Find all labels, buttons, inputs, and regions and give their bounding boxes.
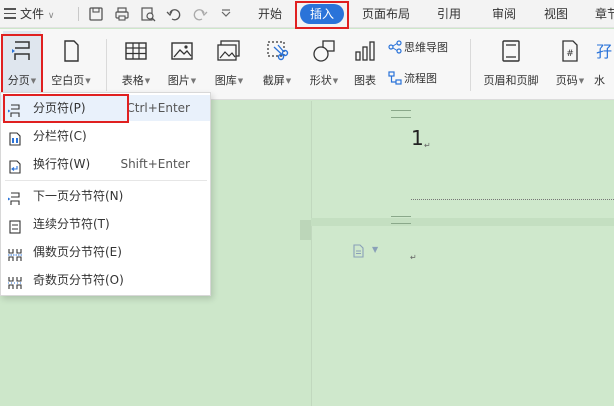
table-button[interactable]: 表格▼: [114, 29, 158, 100]
print-icon[interactable]: [114, 6, 130, 22]
flowchart-button[interactable]: 流程图: [388, 69, 437, 89]
menu-item-continuous-section-break[interactable]: 连续分节符(T): [1, 211, 210, 237]
page-separator: [311, 218, 614, 226]
header-footer-label: 页眉和页脚: [483, 74, 539, 87]
watermark-label: 水: [594, 74, 605, 87]
menu-item-label: 分栏符(C): [33, 129, 87, 143]
menu-divider: [5, 180, 207, 181]
undo-icon[interactable]: [166, 6, 182, 22]
chart-label: 图表: [354, 74, 376, 87]
shape-label: 形状: [309, 74, 332, 87]
save-icon[interactable]: [88, 6, 104, 22]
paragraph-mark: ↵: [424, 141, 431, 150]
picture-button[interactable]: 图片▼: [160, 29, 204, 100]
flowchart-icon: [388, 71, 402, 85]
watermark-icon: 孖: [594, 39, 614, 63]
screenshot-button[interactable]: 截屏▼: [254, 29, 300, 100]
tab-references[interactable]: 引用: [437, 0, 461, 28]
blank-page-label: 空白页: [51, 74, 85, 87]
ribbon-toolbar: 分页▼ 空白页▼ 表格▼ 图片▼ 图库▼ 截屏▼ 形状▼ 图表 思维导图 流程图…: [0, 29, 614, 100]
tab-view[interactable]: 视图: [544, 0, 568, 28]
menu-item-column-break[interactable]: 分栏符(C): [1, 123, 210, 149]
page-break-highlight-box: [1, 34, 43, 94]
shape-button[interactable]: 形状▼: [302, 29, 346, 100]
line-break-icon: [8, 157, 22, 174]
gallery-button[interactable]: 图库▼: [206, 29, 252, 100]
picture-label: 图片: [167, 74, 190, 87]
redo-icon[interactable]: [192, 6, 208, 22]
chart-icon: [353, 39, 377, 63]
menu-item-line-break[interactable]: 换行符(W) Shift+Enter: [1, 151, 210, 177]
tab-sections[interactable]: 章节: [595, 0, 614, 28]
menu-item-shortcut: Ctrl+Enter: [126, 101, 190, 115]
paste-options-icon[interactable]: [352, 244, 366, 258]
page-gap-shadow: [300, 220, 311, 240]
next-page-section-break-icon: [8, 189, 22, 205]
ribbon-divider: [106, 39, 107, 91]
menu-item-label: 下一页分节符(N): [33, 189, 124, 203]
print-preview-icon[interactable]: [140, 6, 156, 22]
header-footer-button[interactable]: 页眉和页脚: [476, 29, 546, 100]
menu-file[interactable]: 文件 ∨: [20, 0, 54, 28]
paragraph-mark: ↵: [410, 253, 417, 262]
menu-divider: [78, 7, 79, 21]
menu-item-label: 换行符(W): [33, 157, 91, 171]
table-icon: [124, 39, 148, 63]
paste-options-caret-icon[interactable]: ▼: [372, 245, 378, 254]
gallery-label: 图库: [214, 74, 237, 87]
page-break-item-highlight-box: [3, 94, 129, 123]
svg-text:孖: 孖: [596, 42, 612, 61]
ribbon-divider: [470, 39, 471, 91]
mind-map-icon: [388, 40, 402, 54]
insert-tab-highlight-box: [295, 1, 349, 29]
chart-button[interactable]: 图表: [348, 29, 382, 100]
tab-page-layout[interactable]: 页面布局: [362, 0, 410, 28]
flowchart-label: 流程图: [404, 72, 437, 85]
column-break-icon: [8, 129, 22, 146]
gallery-icon: [217, 39, 241, 63]
table-label: 表格: [121, 74, 144, 87]
page-corner-mark: [391, 110, 411, 118]
continuous-section-break-icon: [8, 217, 22, 234]
blank-page-button[interactable]: 空白页▼: [44, 29, 98, 100]
page-number-text: 1: [411, 126, 424, 150]
menu-item-label: 奇数页分节符(O): [33, 273, 124, 287]
svg-text:#: #: [566, 49, 574, 59]
tab-home[interactable]: 开始: [258, 0, 282, 28]
menu-item-label: 连续分节符(T): [33, 217, 110, 231]
blank-page-icon: [59, 39, 83, 63]
picture-icon: [170, 39, 194, 63]
odd-page-section-break-icon: [8, 273, 22, 289]
hamburger-menu-icon[interactable]: [4, 8, 16, 19]
page-break-dotted-line: [411, 199, 614, 200]
mind-map-button[interactable]: 思维导图: [388, 38, 448, 58]
page-number-icon: #: [558, 39, 582, 63]
menu-item-label: 偶数页分节符(E): [33, 245, 122, 259]
menu-item-even-page-section-break[interactable]: 偶数页分节符(E): [1, 239, 210, 265]
page-number-label: 页码: [555, 74, 578, 87]
even-page-section-break-icon: [8, 245, 22, 261]
menu-item-shortcut: Shift+Enter: [120, 157, 190, 171]
menu-item-odd-page-section-break[interactable]: 奇数页分节符(O): [1, 267, 210, 293]
screenshot-scissors-icon: [265, 39, 289, 63]
mind-map-label: 思维导图: [404, 41, 448, 54]
tab-review[interactable]: 审阅: [492, 0, 516, 28]
screenshot-label: 截屏: [262, 74, 285, 87]
shape-icon: [312, 39, 336, 63]
watermark-button[interactable]: 孖 水: [592, 29, 614, 100]
page-corner-mark: [391, 216, 411, 224]
page-number-button[interactable]: # 页码▼: [550, 29, 590, 100]
menu-item-next-page-section-break[interactable]: 下一页分节符(N): [1, 183, 210, 209]
header-footer-icon: [499, 39, 523, 63]
customize-dropdown-icon[interactable]: [218, 6, 234, 22]
